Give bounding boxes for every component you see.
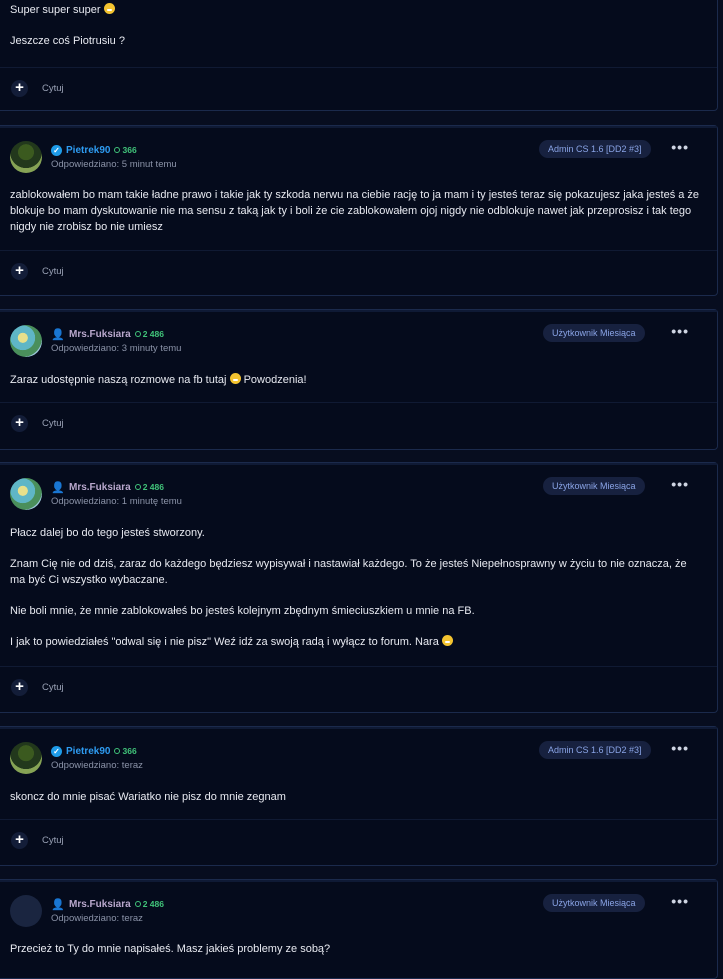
quote-button[interactable]: Cytuj: [42, 835, 64, 846]
reputation-icon: [134, 484, 141, 490]
post-text: zablokowałem bo mam takie ładne prawo i …: [10, 189, 700, 233]
post-text: Powodzenia!: [243, 374, 307, 386]
more-options-icon[interactable]: •••: [671, 893, 689, 909]
smile-emoji-icon: [229, 373, 241, 384]
reputation-value: 2 486: [142, 482, 164, 492]
plus-icon[interactable]: +: [11, 80, 28, 97]
plus-icon[interactable]: +: [11, 415, 28, 432]
reputation-value: 366: [122, 145, 137, 155]
quote-button[interactable]: Cytuj: [42, 83, 64, 94]
reputation-badge: 2 486: [134, 329, 164, 339]
plus-icon[interactable]: +: [11, 832, 28, 849]
post-card: 👤 Mrs.Fuksiara 2 486 Odpowiedziano: 1 mi…: [0, 462, 718, 713]
post-footer: + Cytuj: [0, 402, 717, 449]
quote-button[interactable]: Cytuj: [42, 418, 64, 429]
reputation-value: 2 486: [142, 329, 164, 339]
more-options-icon[interactable]: •••: [671, 476, 689, 492]
reputation-icon: [134, 901, 141, 907]
rank-badge: Użytkownik Miesiąca: [543, 477, 645, 495]
avatar[interactable]: [10, 325, 42, 357]
reputation-icon: [134, 331, 141, 337]
post-content: Płacz dalej bo do tego jesteś stworzony.…: [10, 525, 703, 665]
rank-badge: Użytkownik Miesiąca: [543, 894, 645, 912]
post-footer: + Cytuj: [0, 819, 717, 865]
plus-icon[interactable]: +: [11, 263, 28, 280]
author-name[interactable]: Mrs.Fuksiara: [69, 899, 131, 910]
author-name[interactable]: Mrs.Fuksiara: [69, 329, 131, 340]
post-time: Odpowiedziano: 3 minuty temu: [51, 343, 182, 354]
author-name[interactable]: Mrs.Fuksiara: [69, 482, 131, 493]
avatar[interactable]: [10, 141, 42, 173]
post-footer: + Cytuj: [0, 67, 717, 110]
post-header: 👤 Mrs.Fuksiara 2 486 Odpowiedziano: 3 mi…: [0, 310, 717, 372]
grin-emoji-icon: [103, 3, 115, 14]
reputation-badge: 2 486: [134, 899, 164, 909]
author-line: 👤 Mrs.Fuksiara 2 486: [51, 327, 164, 341]
post-content: skoncz do mnie pisać Wariatko nie pisz d…: [10, 789, 703, 820]
reputation-value: 366: [122, 746, 137, 756]
post-content: zablokowałem bo mam takie ładne prawo i …: [10, 187, 703, 250]
more-options-icon[interactable]: •••: [671, 139, 689, 155]
post-time: Odpowiedziano: teraz: [51, 760, 143, 771]
post-content: Przecież to Ty do mnie napisałeś. Masz j…: [10, 941, 703, 972]
post-card: 👤 Mrs.Fuksiara 2 486 Odpowiedziano: tera…: [0, 879, 718, 979]
post-text: skoncz do mnie pisać Wariatko nie pisz d…: [10, 791, 286, 803]
rank-badge: Użytkownik Miesiąca: [543, 324, 645, 342]
author-line: ✓ Pietrek90 366: [51, 143, 137, 157]
avatar[interactable]: [10, 478, 42, 510]
post-header: ✓ Pietrek90 366 Odpowiedziano: 5 minut t…: [0, 126, 717, 188]
avatar[interactable]: [10, 895, 42, 927]
post-card: ✓ Pietrek90 366 Odpowiedziano: 5 minut t…: [0, 125, 718, 296]
post-footer: + Cytuj: [0, 250, 717, 295]
post-header: 👤 Mrs.Fuksiara 2 486 Odpowiedziano: tera…: [0, 880, 717, 942]
avatar[interactable]: [10, 742, 42, 774]
post-time: Odpowiedziano: 1 minutę temu: [51, 496, 182, 507]
post-text: Jeszcze coś Piotrusiu ?: [10, 35, 125, 47]
reputation-badge: 2 486: [134, 482, 164, 492]
user-icon: 👤: [51, 481, 65, 494]
post-content: Zaraz udostępnie naszą rozmowe na fb tut…: [10, 372, 703, 403]
post-header: 👤 Mrs.Fuksiara 2 486 Odpowiedziano: 1 mi…: [0, 463, 717, 525]
post-text: Płacz dalej bo do tego jesteś stworzony.: [10, 527, 205, 539]
reputation-value: 2 486: [142, 899, 164, 909]
post-text: Super super super: [10, 4, 101, 16]
post-content: Super super super Jeszcze coś Piotrusiu …: [10, 2, 703, 64]
plus-icon[interactable]: +: [11, 679, 28, 696]
post-time: Odpowiedziano: 5 minut temu: [51, 159, 177, 170]
post-footer: + Cytuj: [0, 666, 717, 712]
post-time: Odpowiedziano: teraz: [51, 913, 143, 924]
user-icon: 👤: [51, 898, 65, 911]
more-options-icon[interactable]: •••: [671, 323, 689, 339]
author-line: 👤 Mrs.Fuksiara 2 486: [51, 480, 164, 494]
author-name[interactable]: Pietrek90: [66, 746, 110, 757]
post-text: Znam Cię nie od dziś, zaraz do każdego b…: [10, 558, 687, 586]
reputation-badge: 366: [114, 145, 137, 155]
post-text: Zaraz udostępnie naszą rozmowe na fb tut…: [10, 374, 227, 386]
post-header: ✓ Pietrek90 366 Odpowiedziano: teraz Adm…: [0, 727, 717, 789]
author-line: ✓ Pietrek90 366: [51, 744, 137, 758]
post-card: Super super super Jeszcze coś Piotrusiu …: [0, 0, 718, 111]
post-card: ✓ Pietrek90 366 Odpowiedziano: teraz Adm…: [0, 726, 718, 866]
reputation-icon: [114, 748, 121, 754]
verified-check-icon: ✓: [51, 144, 62, 156]
smile-emoji-icon: [441, 635, 453, 646]
user-icon: 👤: [51, 328, 65, 341]
verified-check-icon: ✓: [51, 745, 62, 757]
author-name[interactable]: Pietrek90: [66, 145, 110, 156]
more-options-icon[interactable]: •••: [671, 740, 689, 756]
quote-button[interactable]: Cytuj: [42, 682, 64, 693]
post-text: Nie boli mnie, że mnie zablokowałeś bo j…: [10, 605, 475, 617]
rank-badge: Admin CS 1.6 [DD2 #3]: [539, 741, 651, 759]
reputation-badge: 366: [114, 746, 137, 756]
post-text: I jak to powiedziałeś "odwal się i nie p…: [10, 636, 439, 648]
post-card: 👤 Mrs.Fuksiara 2 486 Odpowiedziano: 3 mi…: [0, 309, 718, 450]
quote-button[interactable]: Cytuj: [42, 266, 64, 277]
reputation-icon: [114, 147, 121, 153]
rank-badge: Admin CS 1.6 [DD2 #3]: [539, 140, 651, 158]
author-line: 👤 Mrs.Fuksiara 2 486: [51, 897, 164, 911]
post-text: Przecież to Ty do mnie napisałeś. Masz j…: [10, 943, 331, 955]
